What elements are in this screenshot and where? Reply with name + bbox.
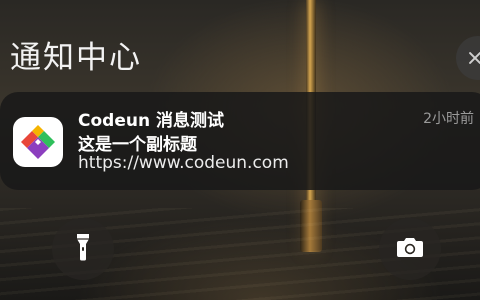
notification-subtitle: 这是一个副标题 xyxy=(78,135,197,155)
page-title: 通知中心 xyxy=(10,40,142,76)
notification-time: 2小时前 xyxy=(423,111,474,127)
close-icon xyxy=(468,51,480,65)
notification-title: Codeun 消息测试 xyxy=(78,111,224,131)
close-button[interactable] xyxy=(456,36,480,80)
notification-body: https://www.codeun.com xyxy=(78,153,289,173)
camera-button[interactable] xyxy=(379,218,441,280)
flashlight-button[interactable] xyxy=(52,218,114,280)
flashlight-icon xyxy=(75,232,91,266)
codeun-app-icon xyxy=(13,117,63,167)
camera-icon xyxy=(396,236,424,262)
notification-card[interactable]: Codeun 消息测试 这是一个副标题 https://www.codeun.c… xyxy=(0,92,480,190)
